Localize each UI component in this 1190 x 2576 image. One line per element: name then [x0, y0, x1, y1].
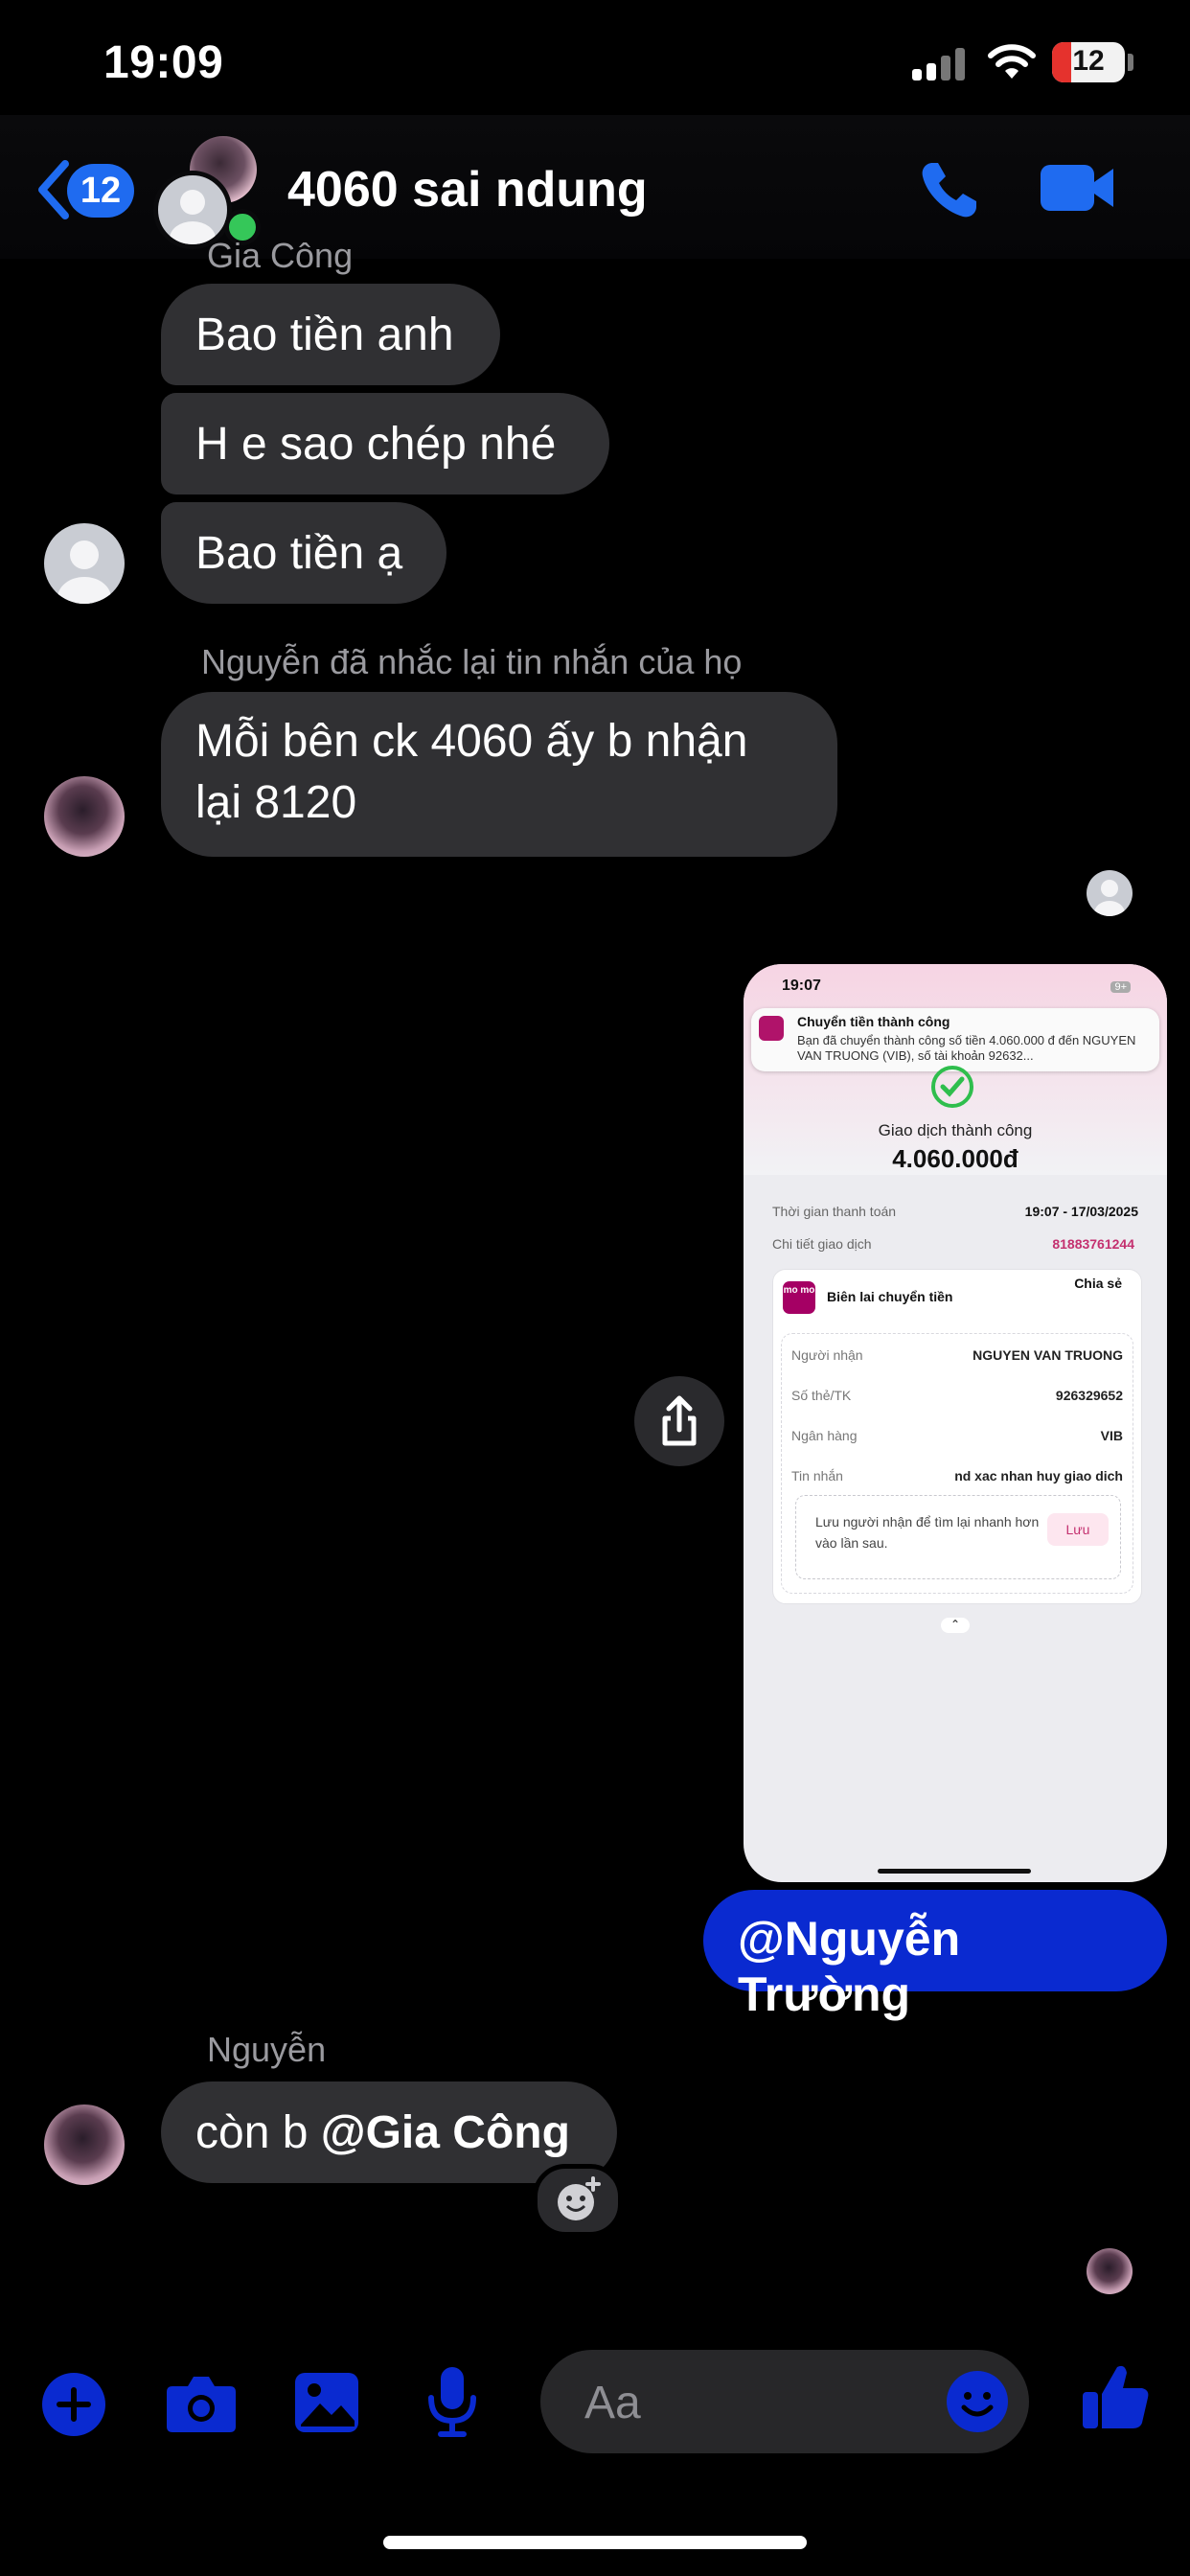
- account-value: 926329652: [1055, 1388, 1123, 1403]
- detail-value: 81883761244: [1052, 1236, 1134, 1252]
- message-text: còn b: [195, 2107, 321, 2158]
- gallery-icon[interactable]: [293, 2371, 360, 2439]
- camera-icon[interactable]: [165, 2373, 238, 2439]
- transaction-amount: 4.060.000đ: [892, 1144, 1018, 1173]
- incoming-message[interactable]: H e sao chép nhé: [161, 393, 609, 494]
- recipient-value: NGUYEN VAN TRUONG: [973, 1347, 1123, 1363]
- attachment-battery-label: 9+: [1110, 981, 1131, 993]
- share-icon[interactable]: [634, 1376, 724, 1466]
- phone-icon[interactable]: [915, 155, 984, 229]
- bank-label: Ngân hàng: [791, 1428, 858, 1443]
- save-recipient-button[interactable]: Lưu: [1047, 1513, 1109, 1546]
- save-recipient-box: Lưu người nhận để tìm lại nhanh hơn vào …: [795, 1495, 1121, 1579]
- battery-icon: 12: [1052, 42, 1125, 82]
- share-receipt-label[interactable]: Chia sẻ: [1074, 1276, 1122, 1291]
- plus-icon[interactable]: [40, 2371, 107, 2443]
- incoming-message[interactable]: Bao tiền ạ: [161, 502, 446, 604]
- notification-banner: Chuyển tiền thành công Bạn đã chuyển thà…: [751, 1008, 1159, 1071]
- incoming-message[interactable]: Mỗi bên ck 4060 ấy b nhận lại 8120: [161, 692, 837, 857]
- microphone-icon[interactable]: [427, 2365, 477, 2443]
- receipt-card: mo mo Biên lai chuyển tiền Chia sẻ Người…: [772, 1269, 1142, 1604]
- image-attachment[interactable]: 19:07 9+ HD Chuyển tiền thành công Bạn đ…: [744, 964, 1167, 1882]
- time-label: Thời gian thanh toán: [772, 1204, 897, 1219]
- seen-by-avatar: [1087, 2248, 1133, 2294]
- sender-avatar[interactable]: [44, 776, 125, 857]
- message-value: nd xac nhan huy giao dich: [954, 1468, 1123, 1484]
- sender-avatar[interactable]: [44, 523, 125, 604]
- receipt-title: Biên lai chuyển tiền: [827, 1289, 953, 1304]
- time-value: 19:07 - 17/03/2025: [1024, 1204, 1138, 1219]
- attachment-status-time: 19:07: [782, 978, 821, 994]
- transaction-status: Giao dịch thành công: [878, 1121, 1033, 1139]
- notification-body: Bạn đã chuyển thành công số tiền 4.060.0…: [797, 1033, 1136, 1063]
- momo-logo: mo mo: [783, 1281, 815, 1314]
- wifi-icon: [987, 42, 1037, 85]
- detail-label: Chi tiết giao dịch: [772, 1236, 872, 1252]
- chat-title[interactable]: 4060 sai ndung: [287, 161, 648, 218]
- emoji-icon[interactable]: [945, 2369, 1010, 2439]
- read-receipt-avatar: [1087, 870, 1133, 916]
- attachment-home-indicator: [878, 1869, 1031, 1874]
- unread-badge[interactable]: 12: [67, 164, 134, 218]
- incoming-message[interactable]: Bao tiền anh: [161, 284, 500, 385]
- recipient-label: Người nhận: [791, 1347, 863, 1363]
- sender-name: Gia Công: [207, 236, 354, 275]
- message-label: Tin nhắn: [791, 1468, 843, 1484]
- home-indicator: [383, 2536, 807, 2549]
- account-label: Số thẻ/TK: [791, 1388, 852, 1403]
- cellular-signal-icon: [912, 48, 966, 80]
- save-hint: Lưu người nhận để tìm lại nhanh hơn vào …: [815, 1514, 1040, 1551]
- status-time: 19:09: [103, 37, 224, 88]
- bank-value: VIB: [1100, 1428, 1123, 1443]
- notification-title: Chuyển tiền thành công: [797, 1014, 950, 1029]
- battery-cap: [1128, 54, 1133, 71]
- add-reaction-icon[interactable]: [533, 2164, 623, 2237]
- message-line: Mỗi bên ck 4060 ấy b nhận: [195, 716, 748, 767]
- mention-notice: Nguyễn đã nhắc lại tin nhắn của họ: [201, 642, 743, 681]
- video-camera-icon[interactable]: [1039, 161, 1117, 219]
- sender-avatar[interactable]: [44, 2104, 125, 2185]
- thumbs-up-icon[interactable]: [1081, 2361, 1152, 2437]
- message-line: lại 8120: [195, 777, 357, 828]
- mention-link[interactable]: @Gia Công: [321, 2107, 570, 2158]
- momo-app-icon: [759, 1016, 784, 1041]
- receipt-details: Người nhận NGUYEN VAN TRUONG Số thẻ/TK 9…: [781, 1333, 1133, 1594]
- message-input-placeholder: Aa: [584, 2378, 641, 2428]
- battery-level: 12: [1072, 45, 1105, 77]
- collapse-chevron-icon[interactable]: ⌃: [941, 1618, 970, 1633]
- success-check-icon: [931, 1066, 973, 1108]
- sender-name: Nguyễn: [207, 2030, 327, 2069]
- outgoing-message[interactable]: @Nguyễn Trường: [703, 1890, 1167, 2021]
